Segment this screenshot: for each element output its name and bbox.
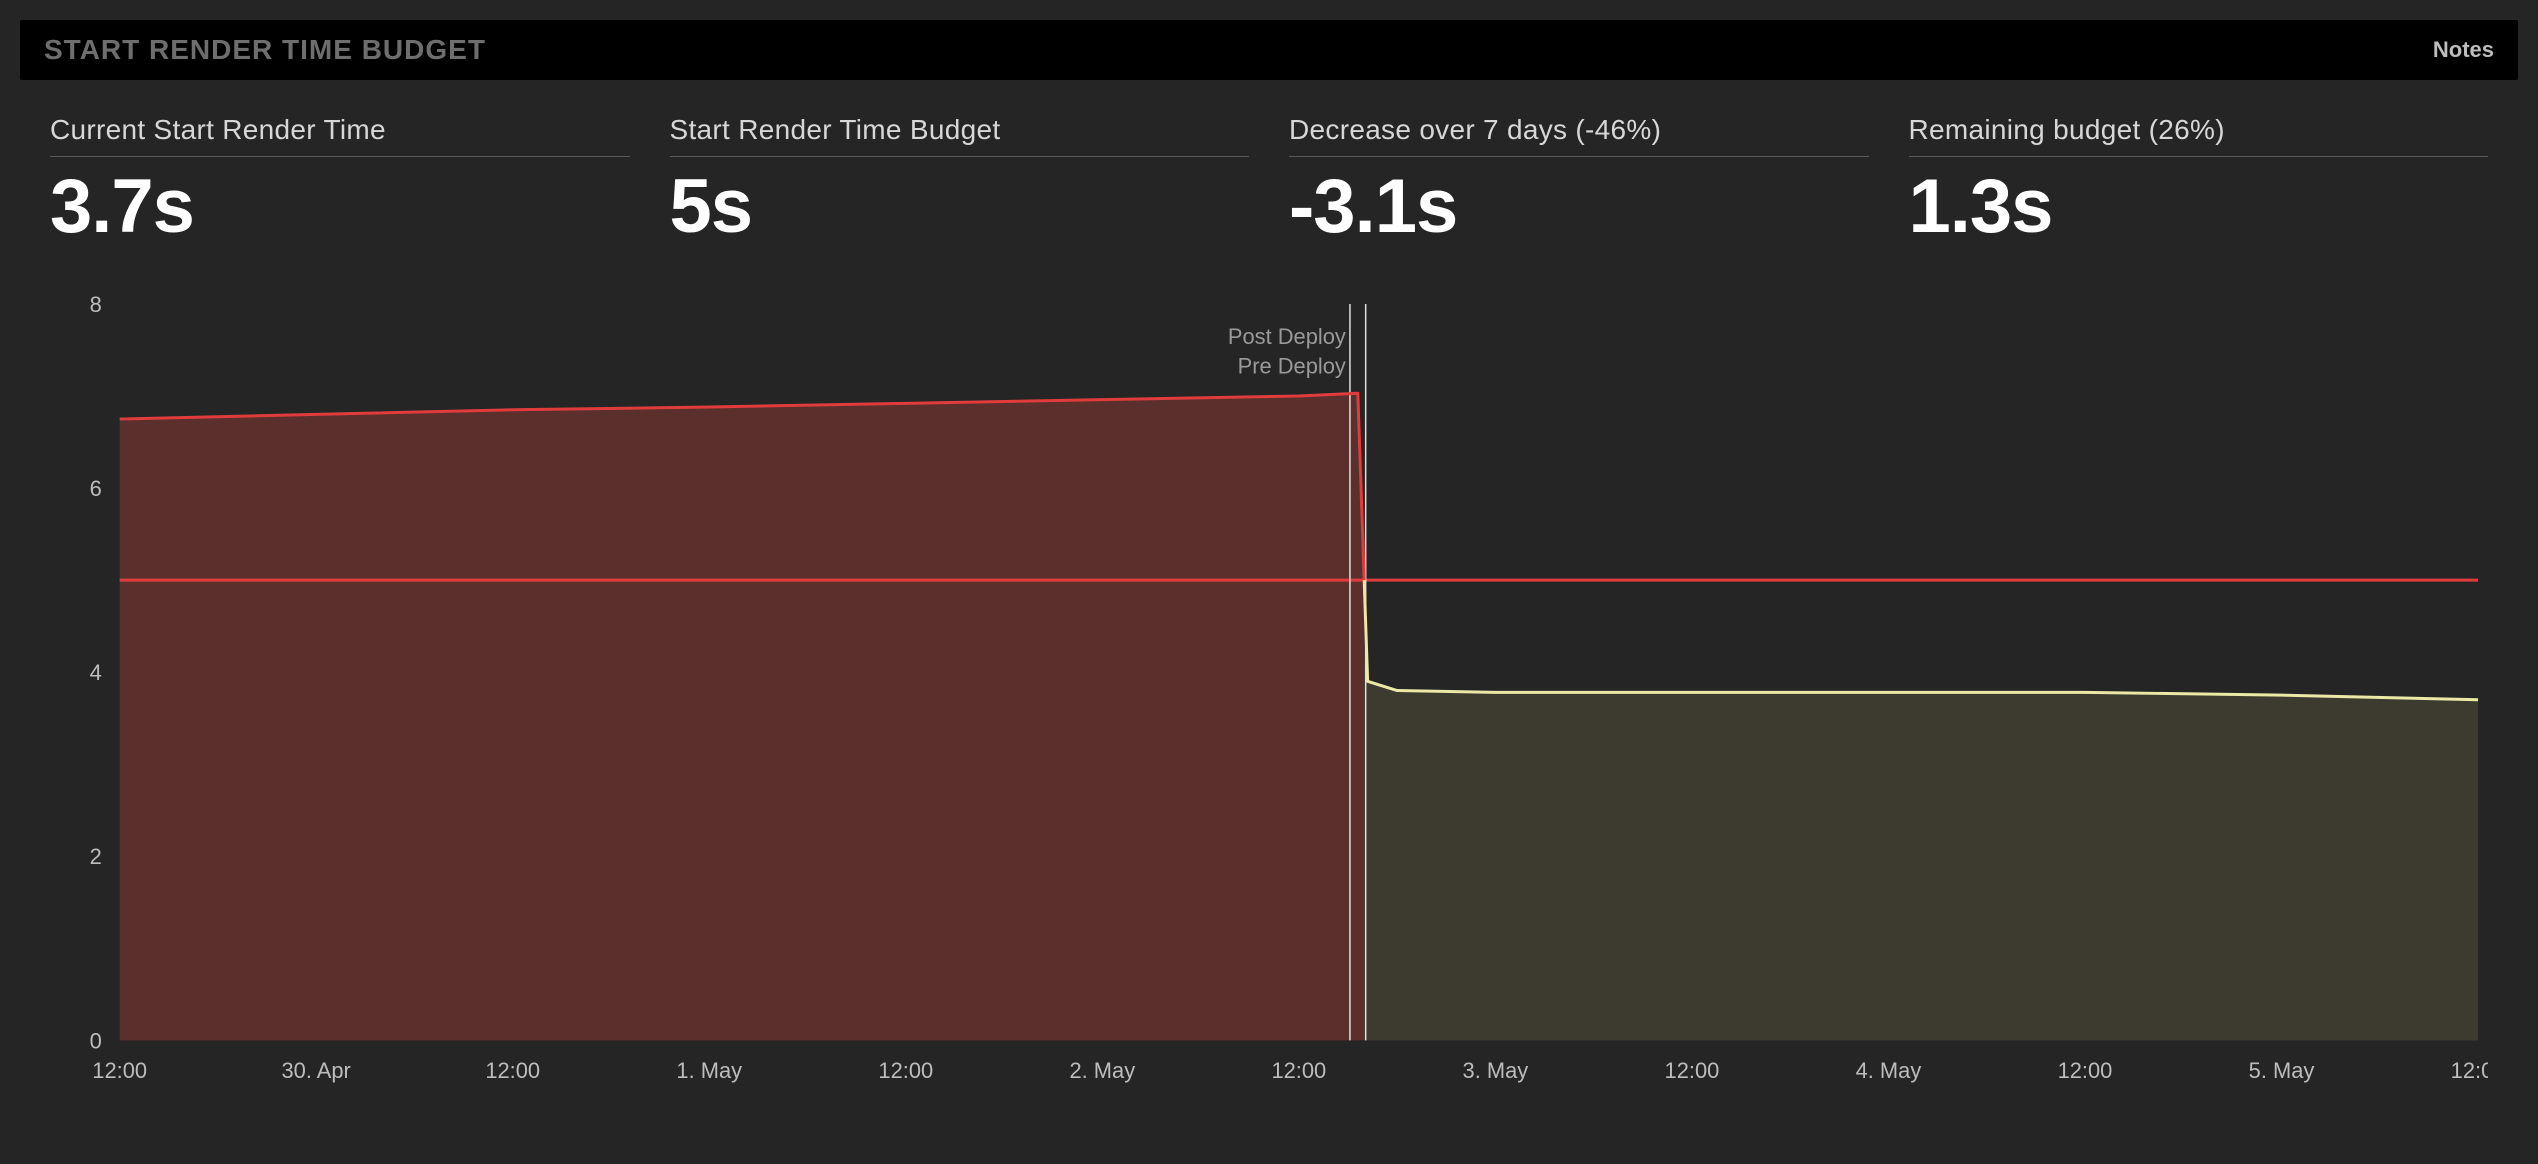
- metric-value: -3.1s: [1289, 163, 1869, 250]
- chart[interactable]: Post Deploy Pre Deploy 0 2 4 6 8 12:00 30. Apr 12…: [50, 294, 2488, 1090]
- x-tick-label: 12:00: [1665, 1058, 1720, 1083]
- metric-value: 3.7s: [50, 163, 630, 250]
- x-tick-label: 12:00: [485, 1058, 540, 1083]
- metric-current: Current Start Render Time 3.7s: [50, 114, 630, 250]
- metrics-row: Current Start Render Time 3.7s Start Ren…: [20, 110, 2518, 250]
- x-tick-label: 2. May: [1069, 1058, 1135, 1083]
- metric-budget: Start Render Time Budget 5s: [670, 114, 1250, 250]
- x-tick-label: 12:00: [878, 1058, 933, 1083]
- y-tick-label: 8: [90, 294, 102, 317]
- x-tick-label: 12:00: [1271, 1058, 1326, 1083]
- metric-remaining: Remaining budget (26%) 1.3s: [1909, 114, 2489, 250]
- y-tick-label: 2: [90, 844, 102, 869]
- x-tick-label: 3. May: [1463, 1058, 1529, 1083]
- area-above-budget: [120, 393, 1365, 1040]
- x-tick-label: 4. May: [1856, 1058, 1922, 1083]
- metric-label: Start Render Time Budget: [670, 114, 1250, 157]
- x-tick-label: 30. Apr: [282, 1058, 351, 1083]
- y-tick-label: 4: [90, 660, 102, 685]
- metric-value: 1.3s: [1909, 163, 2489, 250]
- x-tick-label: 5. May: [2249, 1058, 2315, 1083]
- metric-decrease: Decrease over 7 days (-46%) -3.1s: [1289, 114, 1869, 250]
- area-below-budget: [1364, 580, 2478, 1040]
- metric-value: 5s: [670, 163, 1250, 250]
- deploy-annotation: Post Deploy: [1228, 324, 1346, 349]
- notes-link[interactable]: Notes: [2433, 37, 2494, 63]
- panel-title: START RENDER TIME BUDGET: [44, 34, 486, 66]
- metric-label: Remaining budget (26%): [1909, 114, 2489, 157]
- metric-label: Current Start Render Time: [50, 114, 630, 157]
- x-tick-label: 12:00: [2058, 1058, 2113, 1083]
- x-tick-label: 12:00: [2451, 1058, 2488, 1083]
- dashboard-panel: START RENDER TIME BUDGET Notes Current S…: [0, 20, 2538, 1164]
- chart-svg[interactable]: Post Deploy Pre Deploy 0 2 4 6 8 12:00 30. Apr 12…: [50, 294, 2488, 1090]
- panel-header: START RENDER TIME BUDGET Notes: [20, 20, 2518, 80]
- deploy-annotation: Pre Deploy: [1238, 354, 1346, 379]
- x-tick-label: 1. May: [676, 1058, 742, 1083]
- y-tick-label: 0: [90, 1028, 102, 1053]
- x-tick-label: 12:00: [92, 1058, 147, 1083]
- metric-label: Decrease over 7 days (-46%): [1289, 114, 1869, 157]
- series-line: [1364, 580, 2478, 700]
- y-tick-label: 6: [90, 476, 102, 501]
